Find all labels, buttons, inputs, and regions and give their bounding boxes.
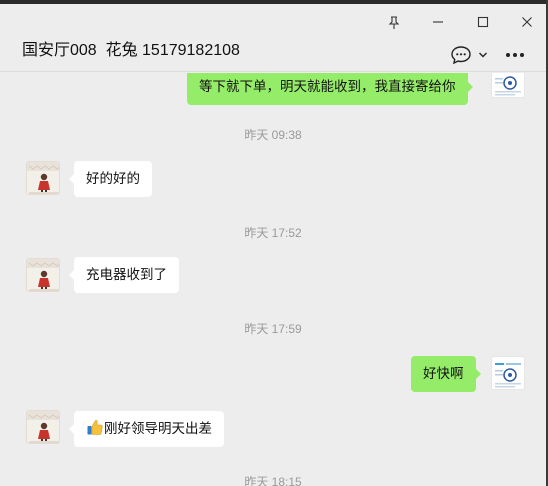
close-icon <box>522 17 532 27</box>
my-avatar-image <box>492 357 524 389</box>
message-bubble-outgoing[interactable]: 好快啊 <box>411 356 480 392</box>
contact-avatar[interactable] <box>26 161 60 195</box>
timestamp: 昨天 18:15 <box>244 475 302 486</box>
chevron-down-icon <box>479 52 487 58</box>
my-avatar-image <box>492 73 524 97</box>
message-bubble-incoming[interactable]: 刚好领导明天出差 <box>69 411 224 447</box>
message-bubble-incoming[interactable]: 好的好的 <box>69 161 152 197</box>
close-button[interactable] <box>513 12 541 32</box>
chat-title: 国安厅008 花兔 15179182108 <box>22 42 240 59</box>
maximize-icon <box>477 16 489 28</box>
contact-avatar[interactable] <box>26 258 60 292</box>
my-avatar[interactable] <box>491 73 525 98</box>
contact-avatar-image <box>27 162 59 194</box>
pin-button[interactable] <box>380 12 408 32</box>
contact-avatar-image <box>27 259 59 291</box>
minimize-button[interactable] <box>424 12 452 32</box>
maximize-button[interactable] <box>469 12 497 32</box>
chat-info-button[interactable] <box>448 44 490 66</box>
message-text: 刚好领导明天出差 <box>104 421 212 436</box>
more-button[interactable] <box>502 44 528 66</box>
message-bubble-outgoing[interactable]: 等下就下单，明天就能收到，我直接寄给你 <box>187 73 472 105</box>
thumbs-up-icon <box>87 420 103 435</box>
pin-icon <box>388 15 400 29</box>
chat-header: 国安厅008 花兔 15179182108 <box>0 4 546 72</box>
more-icon <box>506 53 524 57</box>
timestamp: 昨天 17:52 <box>244 226 302 240</box>
contact-avatar-image <box>27 411 59 443</box>
my-avatar[interactable] <box>491 356 525 390</box>
chat-message-list[interactable]: 等下就下单，明天就能收到，我直接寄给你 昨天 09:38 好的好的 昨天 17:… <box>0 73 546 486</box>
contact-avatar[interactable] <box>26 410 60 444</box>
minimize-icon <box>433 21 443 23</box>
timestamp: 昨天 17:59 <box>244 322 302 336</box>
chat-bubble-icon <box>451 46 471 65</box>
message-bubble-incoming[interactable]: 充电器收到了 <box>69 257 179 293</box>
timestamp: 昨天 09:38 <box>244 128 302 142</box>
